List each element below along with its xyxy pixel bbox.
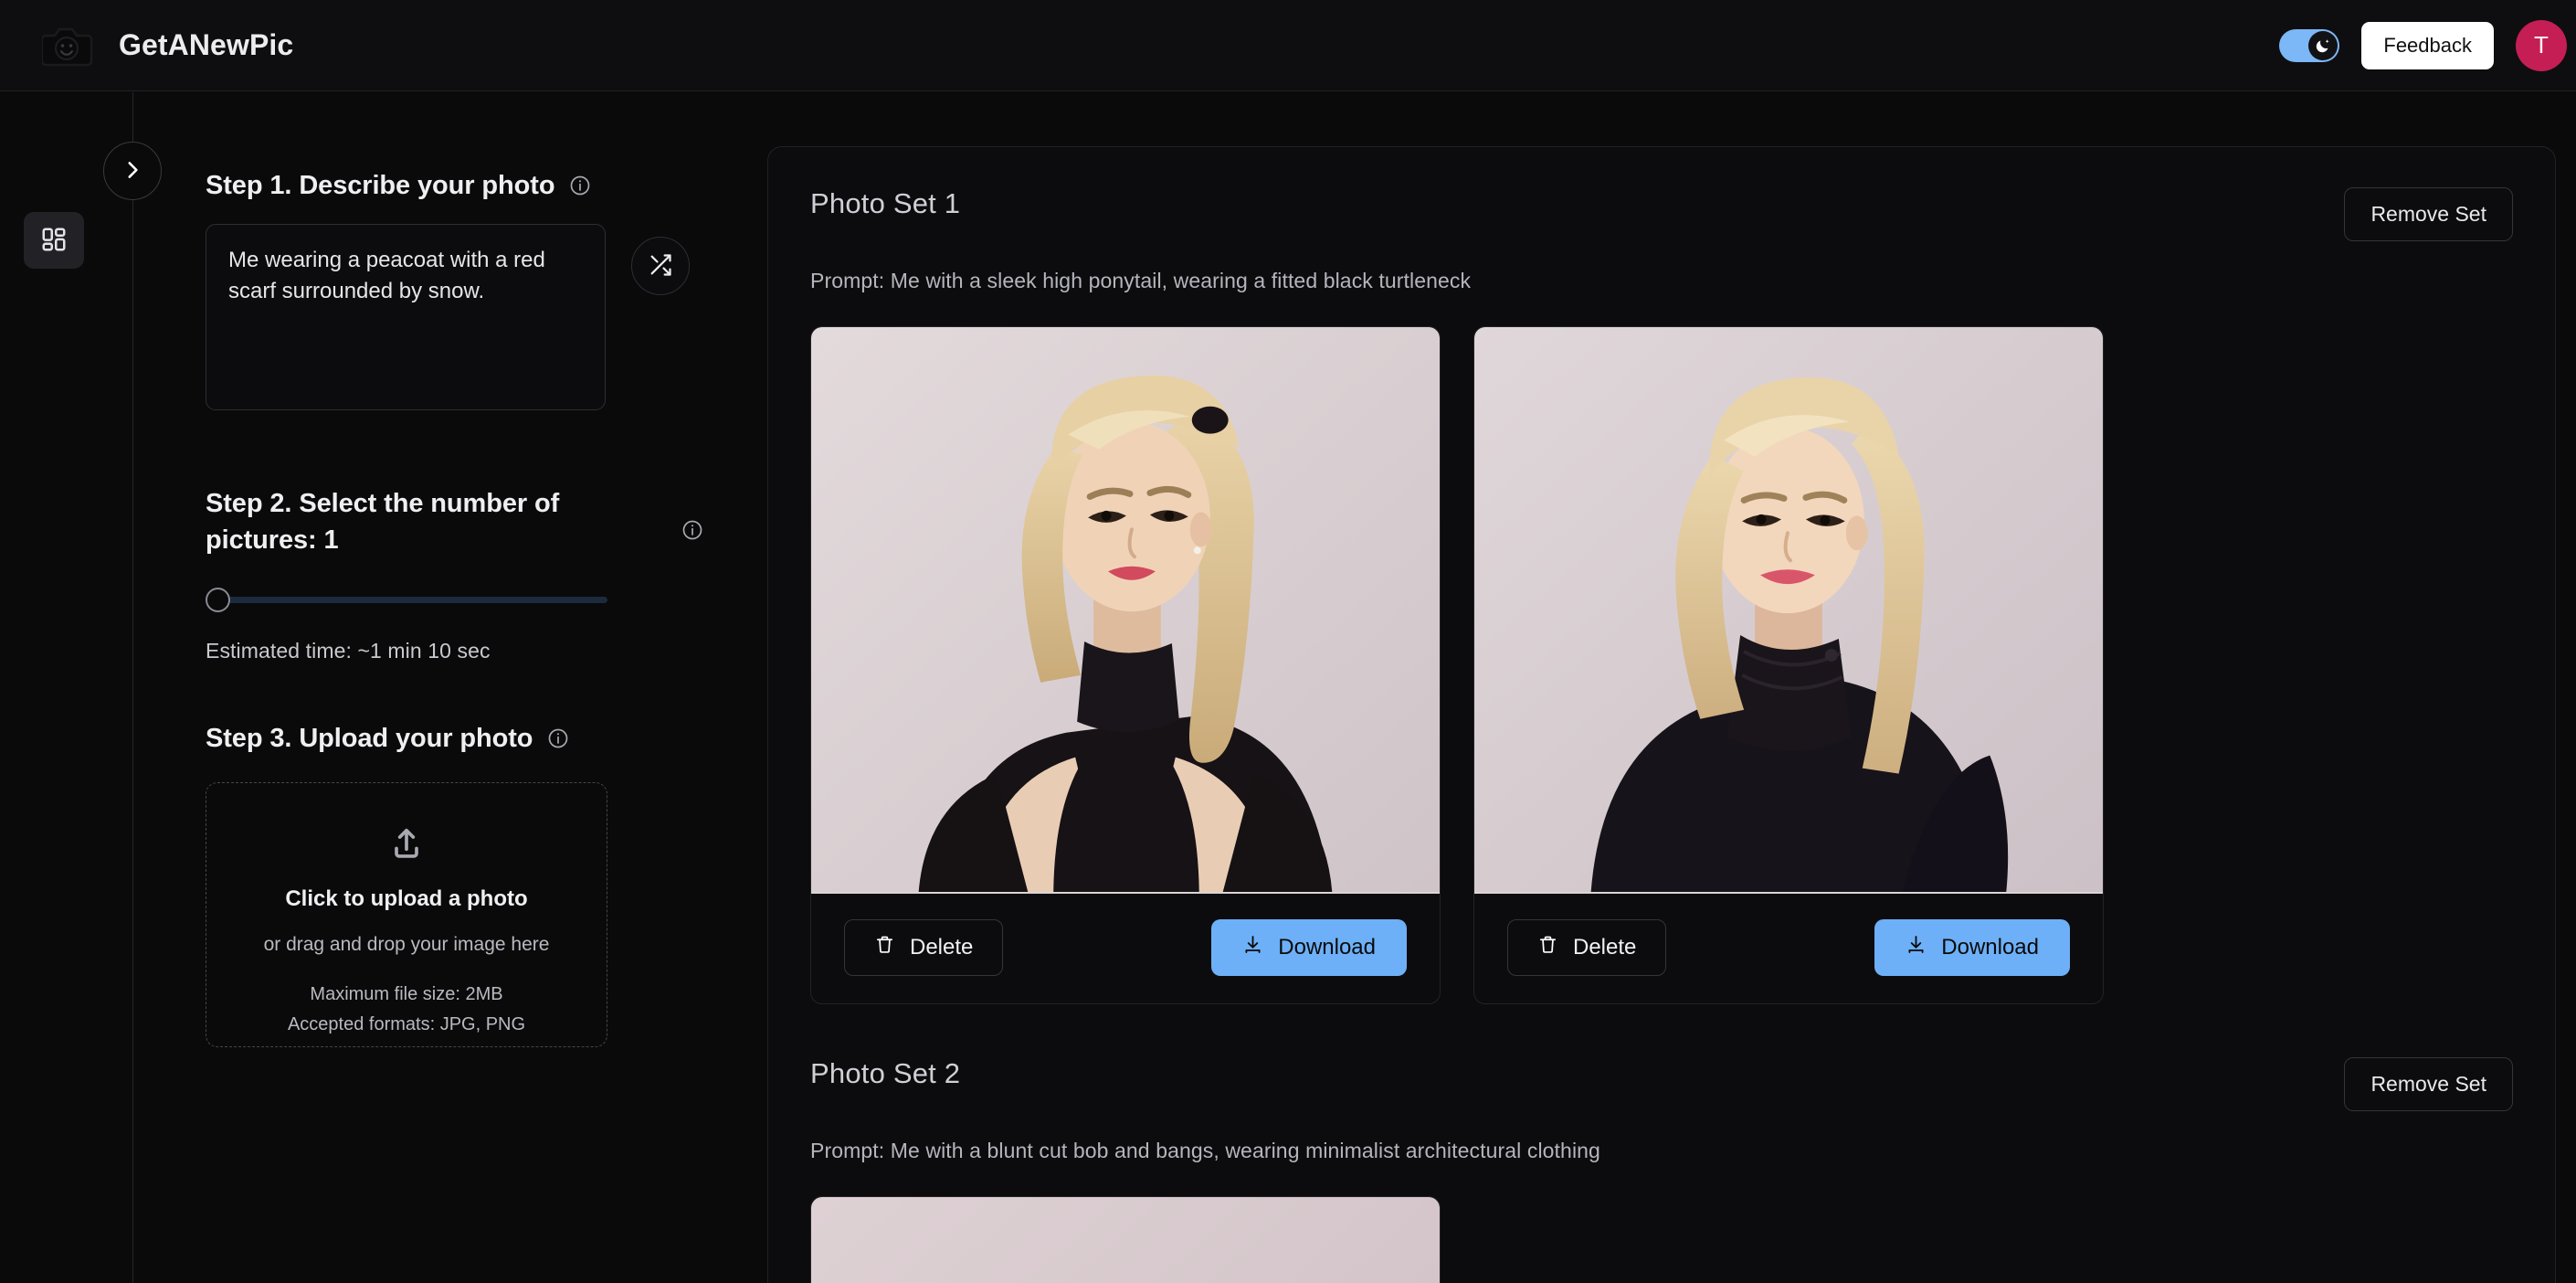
theme-toggle[interactable] xyxy=(2279,28,2340,62)
photo-set-1-header: Photo Set 1 Remove Set xyxy=(810,187,2513,241)
upload-dropzone[interactable]: Click to upload a photo or drag and drop… xyxy=(206,782,607,1048)
download-icon xyxy=(1906,934,1927,961)
shuffle-icon xyxy=(648,252,673,281)
download-photo-button[interactable]: Download xyxy=(1874,919,2070,976)
remove-set-button[interactable]: Remove Set xyxy=(2344,1057,2513,1111)
icon-rail xyxy=(0,92,133,1283)
generated-photo[interactable] xyxy=(1474,327,2103,894)
step-3-title: Step 3. Upload your photo xyxy=(206,724,533,754)
photo-set-1-photos: Delete Download Delete Download xyxy=(810,326,2513,1004)
results-panel: Photo Set 1 Remove Set Prompt: Me with a… xyxy=(767,146,2556,1283)
prompt-input[interactable] xyxy=(206,224,606,411)
step-2-title: Step 2. Select the number of pictures: 1 xyxy=(206,489,560,556)
slider-thumb[interactable] xyxy=(206,588,230,613)
download-photo-button[interactable]: Download xyxy=(1211,919,1407,976)
photo-card xyxy=(810,1196,1441,1283)
photo-card-actions: Delete Download xyxy=(1474,894,2103,976)
delete-label: Delete xyxy=(910,935,974,960)
moon-star-icon xyxy=(2308,30,2338,60)
feedback-button[interactable]: Feedback xyxy=(2361,21,2494,69)
info-circle-icon[interactable] xyxy=(547,727,569,754)
step-1-header: Step 1. Describe your photo xyxy=(206,167,703,204)
delete-label: Delete xyxy=(1573,935,1637,960)
top-bar-actions: Feedback T xyxy=(2279,19,2567,71)
camera-smiley-icon xyxy=(42,23,99,69)
sidebar-item-dashboard[interactable] xyxy=(24,212,84,269)
photo-card-actions: Delete Download xyxy=(811,894,1440,976)
picture-count-slider[interactable] xyxy=(206,586,607,613)
download-label: Download xyxy=(1941,935,2039,960)
prompt-row xyxy=(206,224,765,411)
shuffle-prompt-button[interactable] xyxy=(631,237,690,296)
upload-icon xyxy=(386,823,427,868)
generated-photo[interactable] xyxy=(811,327,1440,894)
photo-set-1-title: Photo Set 1 xyxy=(810,187,961,219)
photo-set-1-prompt: Prompt: Me with a sleek high ponytail, w… xyxy=(810,269,1472,292)
step-3-section: Step 3. Upload your photo Click to uploa… xyxy=(206,720,765,1048)
upload-max-size: Maximum file size: 2MB xyxy=(310,984,503,1005)
slider-track xyxy=(206,597,607,604)
trash-icon xyxy=(874,934,895,961)
remove-set-button[interactable]: Remove Set xyxy=(2344,187,2513,241)
avatar[interactable]: T xyxy=(2516,19,2567,71)
app-title: GetANewPic xyxy=(119,28,294,61)
download-label: Download xyxy=(1278,935,1376,960)
photo-set-2-prompt: Prompt: Me with a blunt cut bob and bang… xyxy=(810,1139,1600,1162)
step-2-section: Step 2. Select the number of pictures: 1… xyxy=(206,485,765,663)
upload-drag-label: or drag and drop your image here xyxy=(263,934,550,956)
photo-set-2-header: Photo Set 2 Remove Set xyxy=(810,1057,2513,1111)
chevron-right-icon xyxy=(121,158,144,185)
upload-click-label: Click to upload a photo xyxy=(285,886,528,912)
top-bar: GetANewPic Feedback T xyxy=(0,0,2576,91)
config-panel: Step 1. Describe your photo Me wearing a… xyxy=(134,92,765,1283)
delete-photo-button[interactable]: Delete xyxy=(1507,919,1667,976)
estimated-time: Estimated time: ~1 min 10 sec xyxy=(206,639,491,663)
info-circle-icon[interactable] xyxy=(569,175,591,201)
upload-formats: Accepted formats: JPG, PNG xyxy=(287,1014,526,1035)
generated-photo[interactable] xyxy=(811,1197,1440,1283)
trash-icon xyxy=(1537,934,1558,961)
photo-set-1: Photo Set 1 Remove Set Prompt: Me with a… xyxy=(810,187,2513,1004)
delete-photo-button[interactable]: Delete xyxy=(844,919,1004,976)
step-2-header: Step 2. Select the number of pictures: 1 xyxy=(206,485,703,558)
download-icon xyxy=(1242,934,1263,961)
photo-card: Delete Download xyxy=(810,326,1441,1004)
brand[interactable]: GetANewPic xyxy=(42,23,293,69)
photo-set-2: Photo Set 2 Remove Set Prompt: Me with a… xyxy=(810,1057,2513,1283)
step-3-header: Step 3. Upload your photo xyxy=(206,720,703,757)
step-1-title: Step 1. Describe your photo xyxy=(206,171,555,200)
photo-card: Delete Download xyxy=(1473,326,2104,1004)
photo-set-2-photos xyxy=(810,1196,2513,1283)
step-1-section: Step 1. Describe your photo xyxy=(206,167,765,411)
info-circle-icon[interactable] xyxy=(681,519,703,546)
photo-set-2-title: Photo Set 2 xyxy=(810,1057,961,1089)
layout-grid-icon xyxy=(40,226,68,256)
expand-sidebar-button[interactable] xyxy=(103,142,162,200)
